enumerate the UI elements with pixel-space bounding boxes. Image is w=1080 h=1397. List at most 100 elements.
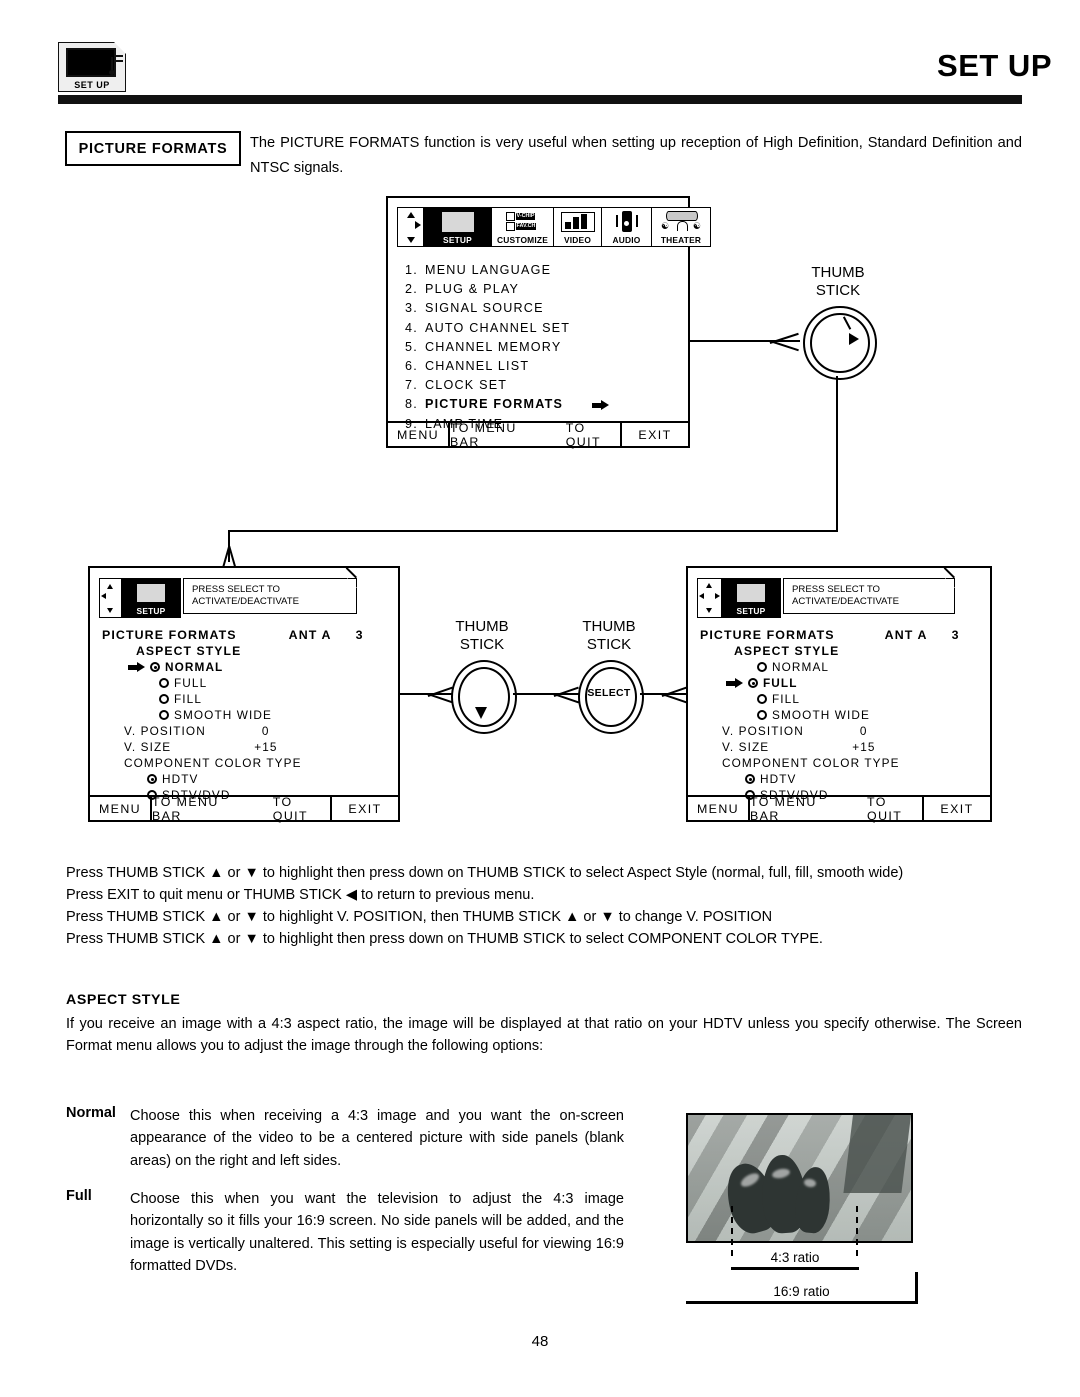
tab-setup-left[interactable]: SETUP	[121, 578, 181, 618]
pf-left-footer: MENU TO MENU BAR TO QUIT EXIT	[90, 794, 398, 823]
menu-item-2[interactable]: 2. PLUG & PLAY	[405, 280, 688, 299]
tab-setup-right[interactable]: SETUP	[721, 578, 781, 618]
radio-full[interactable]	[159, 678, 169, 688]
osd-navpad-left	[99, 578, 121, 618]
menu-item-4[interactable]: 4. AUTO CHANNEL SET	[405, 319, 688, 338]
flow-line-1	[690, 340, 800, 343]
pf-right-title: PICTURE FORMATS	[700, 628, 835, 642]
menu-item-4-label: AUTO CHANNEL SET	[425, 320, 571, 335]
definition-term-normal: Normal	[66, 1105, 116, 1121]
ratio-43-baseline	[731, 1267, 859, 1270]
pf-left-v-size-label: V. SIZE	[124, 740, 172, 754]
ratio-43-left-dash	[731, 1206, 733, 1256]
pf-left-footer-to-quit: TO QUIT	[272, 794, 308, 823]
tab-customize[interactable]: V-CHIP FAV.CH CUSTOMIZE	[491, 207, 553, 247]
radio-hdtv[interactable]	[147, 774, 157, 784]
pf-right-option-normal-label: NORMAL	[772, 660, 830, 674]
flow-arrowhead-5b	[661, 686, 687, 698]
tab-theater-label: THEATER	[660, 235, 702, 245]
pf-right-component-color-label: COMPONENT COLOR TYPE	[722, 756, 900, 770]
pf-left-option-smooth-wide[interactable]: SMOOTH WIDE	[159, 707, 398, 723]
menu-item-2-label: PLUG & PLAY	[425, 282, 520, 297]
menu-item-5[interactable]: 5. CHANNEL MEMORY	[405, 338, 688, 357]
pf-left-footer-exit[interactable]: EXIT	[332, 797, 398, 820]
tv-icon	[136, 582, 166, 603]
menu-item-5-label: CHANNEL MEMORY	[425, 339, 562, 354]
radio-normal[interactable]	[150, 662, 160, 672]
menu-item-7[interactable]: 7. CLOCK SET	[405, 376, 688, 395]
vchip-line2: FAV.CH	[515, 223, 537, 230]
pf-left-option-hdtv[interactable]: HDTV	[147, 771, 398, 787]
pf-left-v-size[interactable]: V. SIZE +15	[124, 739, 398, 755]
pf-right-channel: 3	[951, 628, 960, 642]
tab-theater[interactable]: ☯ ☯ THEATER	[651, 207, 711, 247]
tab-setup-left-label: SETUP	[136, 606, 166, 616]
pf-right-v-position-label: V. POSITION	[722, 724, 804, 738]
pf-right-footer-menu[interactable]: MENU	[688, 797, 750, 820]
radio-normal[interactable]	[757, 662, 767, 672]
option-cursor-arrow-icon	[726, 677, 743, 689]
page-number: 48	[531, 1333, 549, 1350]
pf-right-option-normal[interactable]: NORMAL	[757, 659, 990, 675]
pf-right-v-position[interactable]: V. POSITION 0	[722, 723, 990, 739]
ratio-43-right-dash	[856, 1206, 858, 1256]
radio-smooth-wide[interactable]	[757, 710, 767, 720]
pf-right-option-hdtv[interactable]: HDTV	[745, 771, 990, 787]
balloon-right-line1: PRESS SELECT TO	[792, 584, 880, 595]
menu-item-3[interactable]: 3. SIGNAL SOURCE	[405, 299, 688, 318]
tv-icon	[736, 582, 766, 603]
pf-right-footer-exit[interactable]: EXIT	[924, 797, 990, 820]
pf-right-v-size[interactable]: V. SIZE +15	[722, 739, 990, 755]
pf-left-option-full[interactable]: FULL	[159, 675, 398, 691]
tab-setup[interactable]: SETUP	[423, 207, 491, 247]
tab-audio-label: AUDIO	[612, 235, 641, 245]
picture-formats-callout: PICTURE FORMATS	[65, 131, 241, 166]
menu-item-7-label: CLOCK SET	[425, 378, 508, 393]
menu-item-1[interactable]: 1. MENU LANGUAGE	[405, 261, 688, 280]
arrow-right-icon	[715, 593, 720, 599]
picture-formats-body-right: PICTURE FORMATS ANT A 3 ASPECT STYLE NOR…	[700, 628, 990, 803]
radio-full[interactable]	[748, 678, 758, 688]
radio-fill[interactable]	[757, 694, 767, 704]
balloon-left-line1: PRESS SELECT TO	[192, 584, 280, 595]
tv-icon	[440, 210, 475, 233]
pf-right-option-smooth-wide[interactable]: SMOOTH WIDE	[757, 707, 990, 723]
pf-right-v-position-value: 0	[859, 724, 868, 738]
arrow-up-icon	[706, 583, 712, 588]
arrow-up-icon	[107, 584, 113, 589]
pf-left-v-position[interactable]: V. POSITION 0	[124, 723, 398, 739]
pf-right-option-full[interactable]: FULL	[726, 675, 990, 691]
radio-hdtv[interactable]	[745, 774, 755, 784]
footer-exit-key[interactable]: EXIT	[622, 423, 688, 446]
sea-lions-photo	[686, 1113, 913, 1243]
flow-arrowhead-4b	[553, 686, 579, 698]
tab-setup-right-label: SETUP	[736, 606, 766, 616]
menu-item-1-label: MENU LANGUAGE	[425, 263, 552, 277]
cable-icon-b	[114, 60, 123, 62]
pf-left-option-normal[interactable]: NORMAL	[128, 659, 398, 675]
tab-audio[interactable]: AUDIO	[601, 207, 651, 247]
footer-menu-key[interactable]: MENU	[388, 423, 450, 446]
tab-video[interactable]: VIDEO	[553, 207, 601, 247]
flow-line-4	[513, 693, 579, 696]
select-label: SELECT	[587, 687, 631, 699]
mute-left-icon: ☯	[661, 220, 670, 231]
pf-left-option-hdtv-label: HDTV	[162, 772, 199, 786]
connector-dot-icon	[109, 70, 115, 75]
osd-header-left: SETUP PRESS SELECT TO ACTIVATE/DEACTIVAT…	[99, 577, 398, 618]
pf-left-option-fill[interactable]: FILL	[159, 691, 398, 707]
aspect-style-paragraph: If you receive an image with a 4:3 aspec…	[66, 1016, 1022, 1055]
menu-item-6[interactable]: 6. CHANNEL LIST	[405, 357, 688, 376]
menu-item-8[interactable]: 8. PICTURE FORMATS	[405, 395, 688, 414]
tab-video-label: VIDEO	[563, 235, 592, 245]
balloon-right: PRESS SELECT TO ACTIVATE/DEACTIVATE	[783, 577, 956, 614]
arrow-right-icon	[415, 221, 421, 229]
radio-fill[interactable]	[159, 694, 169, 704]
pf-right-option-fill[interactable]: FILL	[757, 691, 990, 707]
pf-right-aspect-style-label: ASPECT STYLE	[734, 644, 840, 658]
pf-left-footer-menu[interactable]: MENU	[90, 797, 152, 820]
flow-line-3	[400, 693, 452, 696]
thumb-stick-top-rotate-icon	[849, 333, 859, 345]
pf-left-channel: 3	[355, 628, 364, 642]
radio-smooth-wide[interactable]	[159, 710, 169, 720]
